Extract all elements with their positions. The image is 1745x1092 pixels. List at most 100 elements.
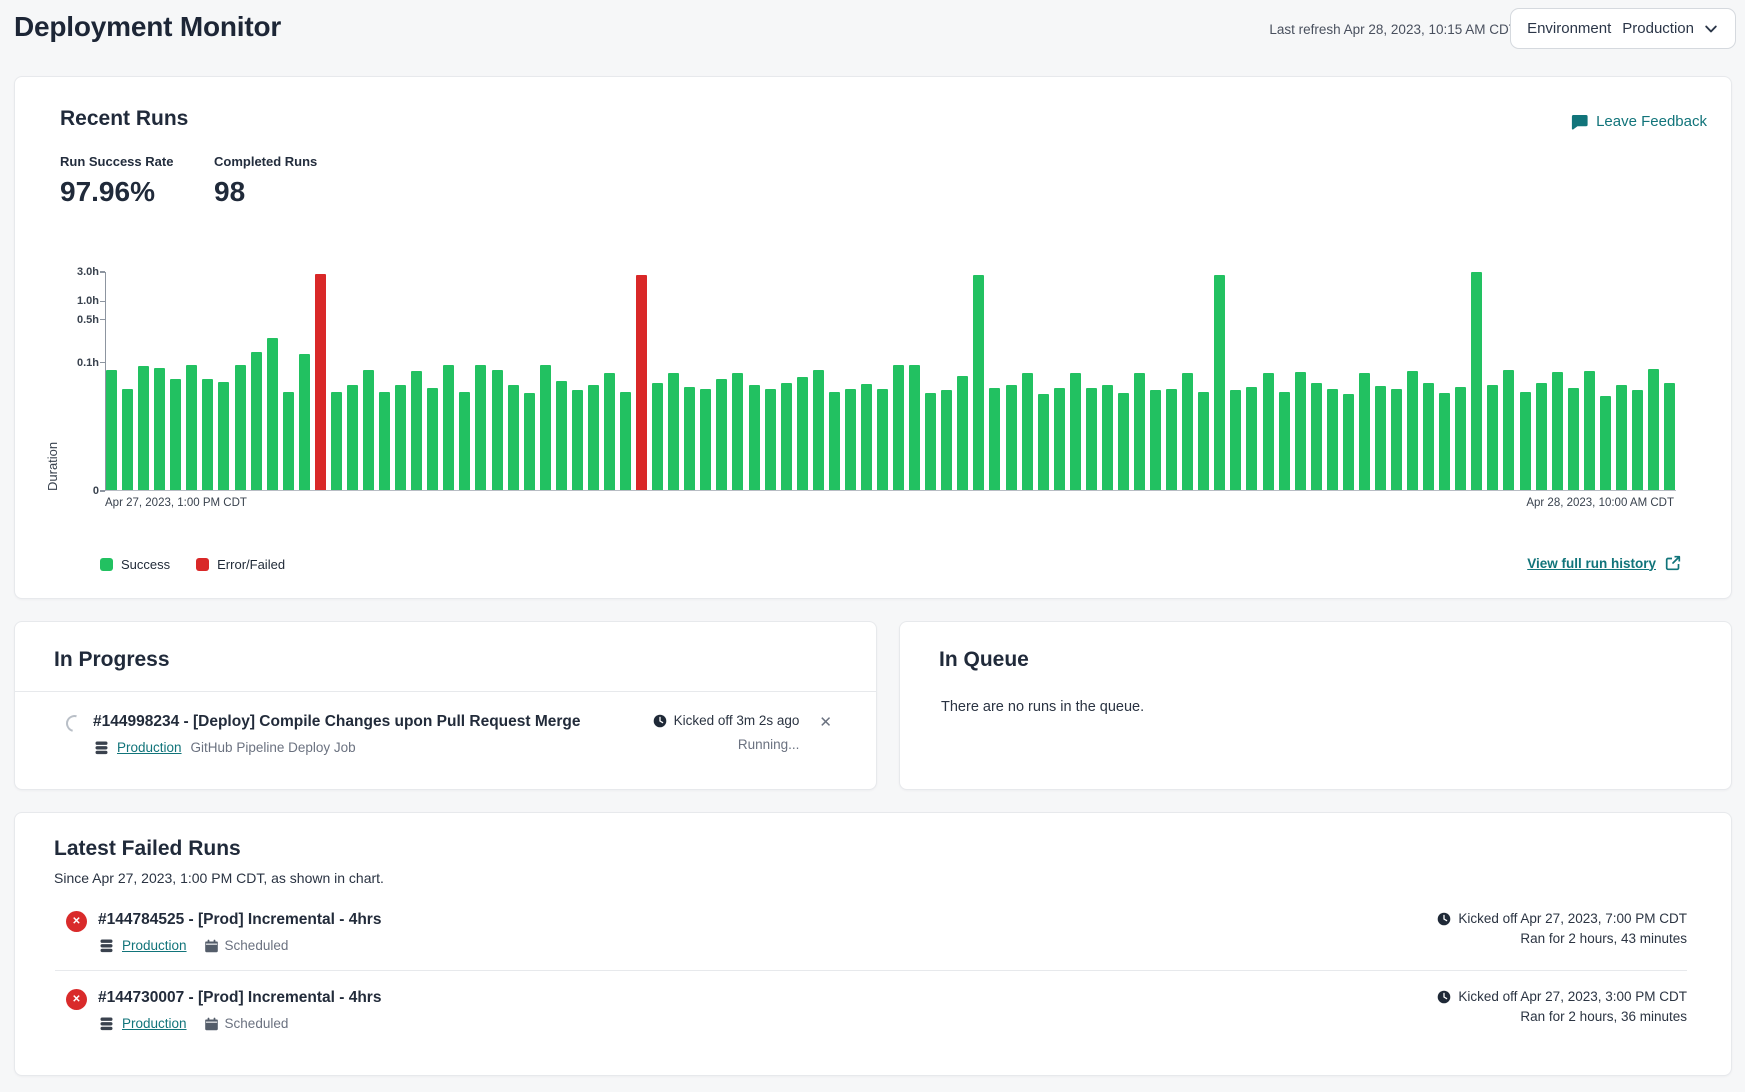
chart-bar[interactable] bbox=[636, 275, 647, 490]
chart-bar[interactable] bbox=[893, 365, 904, 490]
chart-bar[interactable] bbox=[1327, 389, 1338, 490]
in-progress-environment-link[interactable]: Production bbox=[117, 740, 182, 755]
chart-bar[interactable] bbox=[411, 371, 422, 490]
chart-bar[interactable] bbox=[331, 392, 342, 490]
chart-bar[interactable] bbox=[973, 275, 984, 490]
chart-bar[interactable] bbox=[395, 385, 406, 490]
chart-bar[interactable] bbox=[1230, 390, 1241, 490]
chart-bar[interactable] bbox=[604, 373, 615, 490]
chart-bar[interactable] bbox=[909, 365, 920, 490]
chart-bar[interactable] bbox=[556, 381, 567, 490]
chart-bar[interactable] bbox=[299, 354, 310, 490]
chart-bar[interactable] bbox=[315, 274, 326, 490]
chart-bar[interactable] bbox=[829, 392, 840, 490]
chart-bar[interactable] bbox=[1600, 396, 1611, 490]
chart-bar[interactable] bbox=[524, 393, 535, 490]
chart-bar[interactable] bbox=[1198, 392, 1209, 490]
chart-bar[interactable] bbox=[1118, 393, 1129, 490]
chart-bar[interactable] bbox=[459, 392, 470, 490]
chart-bar[interactable] bbox=[749, 385, 760, 490]
chart-bar[interactable] bbox=[1150, 390, 1161, 490]
chart-bar[interactable] bbox=[668, 373, 679, 490]
chart-bar[interactable] bbox=[283, 392, 294, 490]
failed-run-environment-link[interactable]: Production bbox=[122, 1016, 187, 1031]
chart-bar[interactable] bbox=[106, 370, 117, 490]
chart-bar[interactable] bbox=[1664, 383, 1675, 490]
chart-bar[interactable] bbox=[588, 385, 599, 490]
chart-bar[interactable] bbox=[1311, 383, 1322, 490]
view-full-run-history-link[interactable]: View full run history bbox=[1527, 555, 1681, 571]
chart-bar[interactable] bbox=[1632, 390, 1643, 490]
chart-bar[interactable] bbox=[443, 365, 454, 490]
chart-bar[interactable] bbox=[652, 383, 663, 490]
chart-bar[interactable] bbox=[1568, 388, 1579, 490]
chart-bar[interactable] bbox=[508, 385, 519, 490]
chart-bar[interactable] bbox=[716, 379, 727, 490]
chart-bar[interactable] bbox=[1054, 388, 1065, 490]
chart-bar[interactable] bbox=[235, 365, 246, 490]
chart-bar[interactable] bbox=[1182, 373, 1193, 490]
chart-bar[interactable] bbox=[1648, 369, 1659, 490]
chart-bar[interactable] bbox=[1006, 385, 1017, 490]
chart-bar[interactable] bbox=[1391, 389, 1402, 490]
chart-bar[interactable] bbox=[1536, 383, 1547, 490]
chart-bar[interactable] bbox=[363, 370, 374, 490]
chart-bar[interactable] bbox=[941, 390, 952, 490]
chart-bar[interactable] bbox=[251, 352, 262, 490]
chart-bar[interactable] bbox=[1439, 393, 1450, 490]
chart-bar[interactable] bbox=[540, 365, 551, 490]
chart-bar[interactable] bbox=[1295, 372, 1306, 490]
failed-run-environment-link[interactable]: Production bbox=[122, 938, 187, 953]
chart-bar[interactable] bbox=[1343, 394, 1354, 490]
chart-bar[interactable] bbox=[845, 389, 856, 490]
chart-bar[interactable] bbox=[781, 383, 792, 490]
chart-bar[interactable] bbox=[1134, 373, 1145, 490]
chart-bar[interactable] bbox=[1214, 275, 1225, 490]
chart-bar[interactable] bbox=[684, 387, 695, 490]
chart-bar[interactable] bbox=[1471, 272, 1482, 490]
chart-bar[interactable] bbox=[347, 385, 358, 490]
chart-bar[interactable] bbox=[1263, 373, 1274, 490]
chart-bar[interactable] bbox=[154, 368, 165, 490]
chart-bar[interactable] bbox=[1070, 373, 1081, 490]
chart-bar[interactable] bbox=[1552, 372, 1563, 490]
environment-dropdown[interactable]: Environment Production bbox=[1510, 8, 1736, 49]
chart-bar[interactable] bbox=[989, 388, 1000, 490]
chart-bar[interactable] bbox=[1503, 370, 1514, 490]
chart-bar[interactable] bbox=[1166, 389, 1177, 490]
leave-feedback-link[interactable]: Leave Feedback bbox=[1571, 113, 1707, 130]
chart-bar[interactable] bbox=[765, 389, 776, 490]
chart-bar[interactable] bbox=[1455, 387, 1466, 490]
chart-bar[interactable] bbox=[1407, 371, 1418, 490]
chart-bar[interactable] bbox=[170, 379, 181, 490]
chart-bar[interactable] bbox=[1584, 371, 1595, 490]
chart-bar[interactable] bbox=[861, 384, 872, 490]
chart-bar[interactable] bbox=[877, 389, 888, 490]
chart-bar[interactable] bbox=[379, 392, 390, 490]
chart-bar[interactable] bbox=[620, 392, 631, 490]
chart-bar[interactable] bbox=[218, 382, 229, 490]
chart-bar[interactable] bbox=[427, 388, 438, 490]
chart-bar[interactable] bbox=[1279, 392, 1290, 490]
chart-bar[interactable] bbox=[957, 376, 968, 490]
chart-bar[interactable] bbox=[492, 370, 503, 490]
chart-bar[interactable] bbox=[1359, 373, 1370, 490]
chart-bar[interactable] bbox=[1038, 394, 1049, 490]
chart-bar[interactable] bbox=[1487, 385, 1498, 490]
chart-bar[interactable] bbox=[700, 389, 711, 490]
chart-bar[interactable] bbox=[267, 338, 278, 490]
chart-bar[interactable] bbox=[1616, 385, 1627, 490]
chart-bar[interactable] bbox=[1022, 373, 1033, 490]
chart-bar[interactable] bbox=[797, 377, 808, 490]
chart-bar[interactable] bbox=[186, 365, 197, 490]
close-icon[interactable]: ✕ bbox=[819, 714, 832, 731]
chart-bar[interactable] bbox=[1086, 388, 1097, 490]
chart-bar[interactable] bbox=[1520, 392, 1531, 490]
chart-bar[interactable] bbox=[925, 393, 936, 490]
chart-bar[interactable] bbox=[1102, 385, 1113, 490]
chart-bar[interactable] bbox=[138, 366, 149, 491]
chart-bar[interactable] bbox=[1246, 387, 1257, 490]
chart-bar[interactable] bbox=[732, 373, 743, 490]
chart-bar[interactable] bbox=[813, 370, 824, 490]
chart-bar[interactable] bbox=[1375, 386, 1386, 490]
